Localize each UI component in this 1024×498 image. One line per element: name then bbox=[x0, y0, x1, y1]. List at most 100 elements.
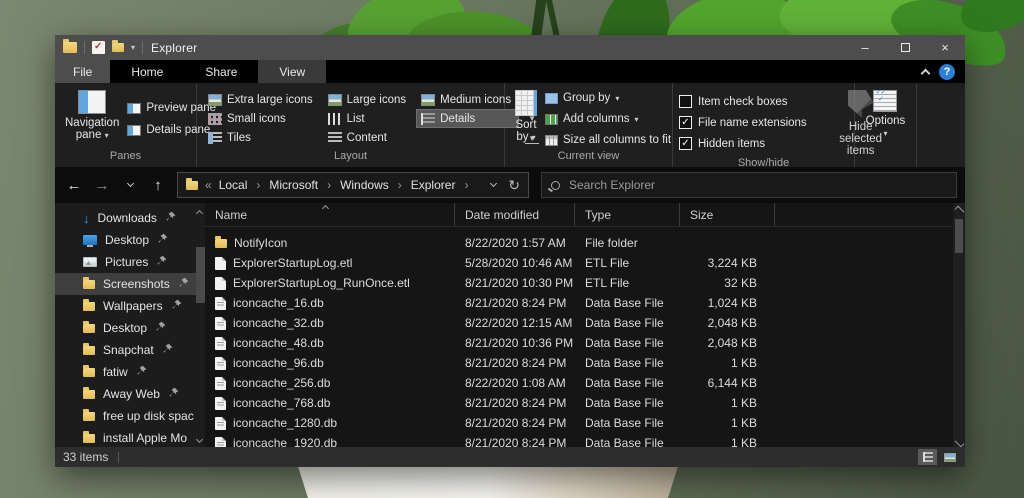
file-row[interactable]: iconcache_96.db8/21/2020 8:24 PMData Bas… bbox=[205, 353, 965, 373]
file-row[interactable]: ExplorerStartupLog_RunOnce.etl8/21/2020 … bbox=[205, 273, 965, 293]
breadcrumb-chevron-icon[interactable]: › bbox=[327, 178, 331, 192]
layout-item-content[interactable]: Content bbox=[323, 128, 414, 147]
sidebar-item-wallpapers[interactable]: Wallpapers bbox=[55, 295, 205, 317]
address-bar[interactable]: « Local › Microsoft › Windows › Explorer › ↻ bbox=[177, 172, 529, 198]
tab-home[interactable]: Home bbox=[110, 60, 184, 83]
layout-item-small-icons[interactable]: Small icons bbox=[203, 109, 321, 128]
sidebar-item-free-up-disk-spac[interactable]: free up disk spac bbox=[55, 405, 205, 427]
sidebar-item-label: Snapchat bbox=[103, 343, 154, 357]
layout-item-tiles[interactable]: Tiles bbox=[203, 128, 321, 147]
scroll-up-icon[interactable] bbox=[954, 206, 964, 216]
panes-group-label: Panes bbox=[55, 150, 196, 167]
layout-item-label: List bbox=[347, 113, 365, 125]
search-box[interactable]: Search Explorer bbox=[541, 172, 957, 198]
breadcrumb-chevron-icon[interactable]: › bbox=[256, 178, 260, 192]
file-name: iconcache_1920.db bbox=[233, 436, 337, 447]
tab-share[interactable]: Share bbox=[184, 60, 258, 83]
file-size: 3,224 KB bbox=[680, 256, 775, 270]
column-header-date-modified[interactable]: Date modified bbox=[455, 203, 575, 226]
file-row[interactable]: iconcache_256.db8/22/2020 1:08 AMData Ba… bbox=[205, 373, 965, 393]
sidebar-item-screenshots[interactable]: Screenshots bbox=[55, 273, 205, 295]
breadcrumb-windows[interactable]: Windows bbox=[340, 178, 389, 192]
file-name-cell: iconcache_16.db bbox=[205, 296, 455, 310]
layout-item-label: Small icons bbox=[227, 113, 286, 125]
layout-item-list[interactable]: List bbox=[323, 109, 414, 128]
window-controls: – × bbox=[845, 35, 965, 60]
back-button[interactable]: ← bbox=[61, 172, 87, 198]
sidebar-item-away-web[interactable]: Away Web bbox=[55, 383, 205, 405]
customize-toolbar-dropdown-icon[interactable]: ▾ bbox=[131, 43, 135, 52]
group-by-button[interactable]: Group by ▾ bbox=[545, 89, 671, 108]
breadcrumb-overflow-chevron[interactable]: « bbox=[205, 178, 212, 192]
thumbnail-view-button[interactable] bbox=[940, 449, 959, 465]
up-button[interactable]: ↑ bbox=[145, 172, 171, 198]
tab-view[interactable]: View bbox=[258, 60, 326, 83]
file-row[interactable]: ExplorerStartupLog.etl5/28/2020 10:46 AM… bbox=[205, 253, 965, 273]
file-row[interactable]: iconcache_768.db8/21/2020 8:24 PMData Ba… bbox=[205, 393, 965, 413]
breadcrumb-chevron-icon[interactable]: › bbox=[398, 178, 402, 192]
file-row[interactable]: iconcache_16.db8/21/2020 8:24 PMData Bas… bbox=[205, 293, 965, 313]
tab-label: Share bbox=[205, 65, 237, 79]
sidebar-scrollbar-thumb[interactable] bbox=[196, 247, 205, 303]
help-icon[interactable]: ? bbox=[939, 64, 955, 80]
address-dropdown-icon[interactable] bbox=[490, 180, 497, 187]
title-bar[interactable]: ▾ Explorer – × bbox=[55, 35, 965, 60]
sidebar-item-desktop[interactable]: Desktop bbox=[55, 229, 205, 251]
sort-by-button[interactable]: Sort by ▾ bbox=[511, 88, 541, 150]
maximize-button[interactable] bbox=[885, 35, 925, 60]
breadcrumb-local[interactable]: Local bbox=[219, 178, 248, 192]
recent-locations-icon[interactable] bbox=[117, 172, 143, 198]
layout-item-medium-icons[interactable]: Medium icons bbox=[416, 90, 519, 109]
breadcrumb-chevron-icon[interactable]: › bbox=[464, 178, 468, 192]
properties-quick-icon[interactable] bbox=[92, 41, 105, 54]
layout-item-large-icons[interactable]: Large icons bbox=[323, 90, 414, 109]
refresh-icon[interactable]: ↻ bbox=[508, 177, 520, 194]
sidebar-item-label: Pictures bbox=[105, 255, 148, 269]
layout-item-extra-large-icons[interactable]: Extra large icons bbox=[203, 90, 321, 109]
column-header-size[interactable]: Size bbox=[680, 203, 775, 226]
file-name: iconcache_16.db bbox=[233, 296, 324, 310]
details-view-icon bbox=[923, 452, 933, 462]
sidebar-item-label: free up disk spac bbox=[103, 409, 194, 423]
show-hide-checks: Item check boxes ✓File name extensions ✓Hi… bbox=[679, 88, 807, 157]
layout-group-label: Layout bbox=[197, 150, 504, 167]
size-columns-button[interactable]: Size all columns to fit bbox=[545, 131, 671, 150]
file-row[interactable]: iconcache_32.db8/22/2020 12:15 AMData Ba… bbox=[205, 313, 965, 333]
ribbon-tabs: FileHome Share View bbox=[55, 60, 326, 83]
checkbox-file-name-extensions[interactable]: ✓File name extensions bbox=[679, 113, 807, 132]
close-button[interactable]: × bbox=[925, 35, 965, 60]
checkbox-item-check-boxes[interactable]: Item check boxes bbox=[679, 92, 807, 111]
checkbox-hidden-items[interactable]: ✓Hidden items bbox=[679, 134, 807, 153]
breadcrumb-explorer[interactable]: Explorer bbox=[411, 178, 456, 192]
tab-file[interactable]: File bbox=[55, 60, 110, 83]
navigation-pane-button[interactable]: Navigation pane ▾ bbox=[61, 88, 123, 150]
file-row[interactable]: iconcache_48.db8/21/2020 10:36 PMData Ba… bbox=[205, 333, 965, 353]
forward-button[interactable]: → bbox=[89, 172, 115, 198]
sidebar-item-pictures[interactable]: Pictures bbox=[55, 251, 205, 273]
sidebar-item-snapchat[interactable]: Snapchat bbox=[55, 339, 205, 361]
details-view-button[interactable] bbox=[918, 449, 937, 465]
column-header-name[interactable]: Name bbox=[205, 203, 455, 226]
file-type: ETL File bbox=[575, 256, 680, 270]
scroll-down-icon[interactable] bbox=[954, 438, 964, 447]
file-date: 8/21/2020 8:24 PM bbox=[455, 436, 575, 447]
minimize-button[interactable]: – bbox=[845, 35, 885, 60]
file-row[interactable]: iconcache_1920.db8/21/2020 8:24 PMData B… bbox=[205, 433, 965, 447]
breadcrumb-microsoft[interactable]: Microsoft bbox=[269, 178, 318, 192]
sidebar-item-fatiw[interactable]: fatiw bbox=[55, 361, 205, 383]
file-row[interactable]: iconcache_1280.db8/21/2020 8:24 PMData B… bbox=[205, 413, 965, 433]
column-header-type[interactable]: Type bbox=[575, 203, 680, 226]
sidebar-item-downloads[interactable]: Downloads bbox=[55, 207, 205, 229]
sidebar-item-desktop[interactable]: Desktop bbox=[55, 317, 205, 339]
sidebar-item-label: Away Web bbox=[103, 387, 160, 401]
list-scrollbar[interactable] bbox=[953, 203, 965, 447]
add-columns-button[interactable]: Add columns ▾ bbox=[545, 110, 671, 129]
new-folder-quick-icon[interactable] bbox=[112, 43, 124, 52]
collapse-ribbon-icon[interactable] bbox=[921, 68, 931, 78]
large-icons-icon bbox=[328, 94, 342, 106]
file-type: Data Base File bbox=[575, 396, 680, 410]
scrollbar-thumb[interactable] bbox=[955, 219, 963, 253]
file-row[interactable]: NotifyIcon8/22/2020 1:57 AMFile folder bbox=[205, 233, 965, 253]
layout-item-details[interactable]: Details bbox=[416, 109, 519, 128]
sidebar-item-install-apple-mo[interactable]: install Apple Mo bbox=[55, 427, 205, 447]
